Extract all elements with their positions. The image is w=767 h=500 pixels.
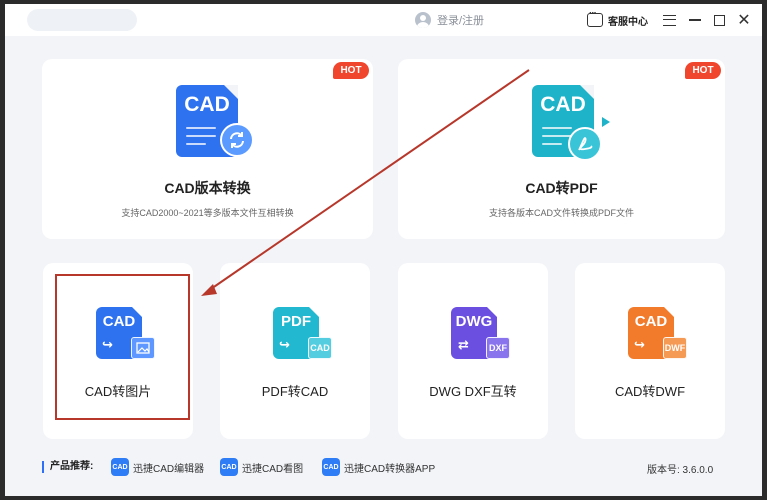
card-cad-to-dwf[interactable]: CAD ↪ DWF CAD转DWF [575,263,725,439]
hot-badge: HOT [333,62,369,79]
refresh-icon [220,123,254,157]
chat-icon [587,8,603,27]
recommend-label-text: 迅捷CAD看图 [242,463,304,475]
card-cad-to-pdf[interactable]: HOT CAD CAD转PDF 支持各版本CAD文件转换成PDF文件 [398,59,725,239]
app-window: 登录/注册 客服中心 ✕ HOT CAD CAD版本转换 支持CAD2000~2… [5,4,762,496]
card-title: PDF转CAD [261,384,329,399]
dwf-sub-badge: DWF [663,337,687,359]
minimize-icon [689,19,701,21]
card-title: CAD版本转换 [164,180,251,196]
recommend-label-text: 迅捷CAD编辑器 [133,463,205,475]
play-icon [602,117,610,127]
card-dwg-dxf-convert[interactable]: DWG ⇄ DXF DWG DXF互转 [398,263,548,439]
title-bar: 登录/注册 客服中心 ✕ [5,4,762,36]
close-button[interactable]: ✕ [734,10,754,30]
dxf-sub-badge: DXF [486,337,510,359]
user-icon [415,12,431,28]
card-cad-version-convert[interactable]: HOT CAD CAD版本转换 支持CAD2000~2021等多版本文件互相转换 [42,59,373,239]
card-pdf-to-cad[interactable]: PDF ↪ CAD PDF转CAD [220,263,370,439]
highlight-box [55,274,190,420]
cad-viewer-icon: CAD [220,458,238,476]
cad-sub-badge: CAD [308,337,332,359]
card-title: DWG DXF互转 [429,384,517,399]
recommend-label-text: 迅捷CAD转换器APP [344,463,436,475]
card-description: 支持各版本CAD文件转换成PDF文件 [488,208,634,218]
menu-icon [662,14,676,26]
pdf-icon [568,127,602,161]
cad-editor-icon: CAD [111,458,129,476]
swap-arrows-icon: ⇄ [458,337,469,352]
card-description: 支持CAD2000~2021等多版本文件互相转换 [121,208,294,218]
service-label: 客服中心 [608,16,648,28]
login-link[interactable]: 登录/注册 [415,11,484,29]
maximize-icon [713,14,725,26]
customer-service-button[interactable]: 客服中心 [587,8,648,29]
maximize-button[interactable] [709,10,729,30]
footer: 产品推荐: CAD 迅捷CAD编辑器 CAD 迅捷CAD看图 CAD 迅捷CAD… [5,456,762,480]
minimize-button[interactable] [685,10,705,30]
version-label: 版本号: 3.6.0.0 [647,465,714,476]
cad-app-icon: CAD [322,458,340,476]
search-pill[interactable] [27,9,137,31]
convert-arrow-icon: ↪ [634,337,645,352]
recommend-cad-editor[interactable]: CAD 迅捷CAD编辑器 [111,458,204,476]
hot-badge: HOT [685,62,721,79]
recommend-label: 产品推荐: [42,461,93,473]
card-title: CAD转DWF [614,384,686,399]
login-label: 登录/注册 [437,15,485,27]
close-icon: ✕ [737,12,751,29]
recommend-cad-viewer[interactable]: CAD 迅捷CAD看图 [220,458,303,476]
convert-arrow-icon: ↪ [279,337,290,352]
menu-button[interactable] [659,10,679,30]
card-title: CAD转PDF [525,180,598,196]
recommend-cad-app[interactable]: CAD 迅捷CAD转换器APP [322,458,435,476]
